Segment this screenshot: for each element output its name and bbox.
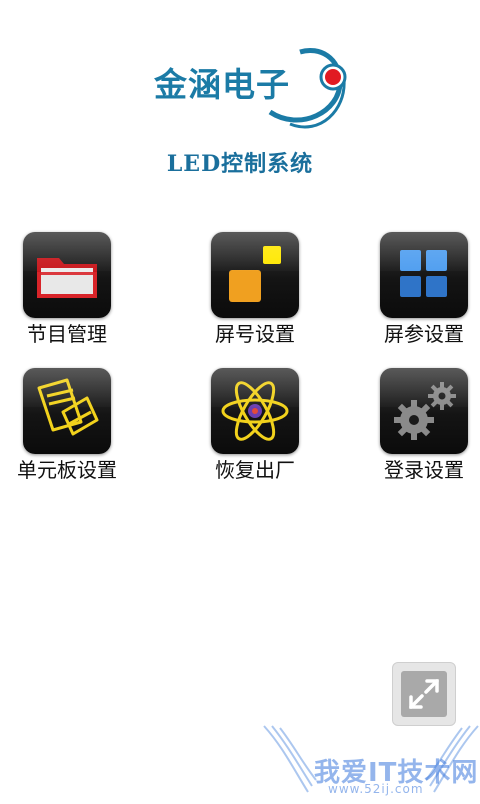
app-title: LED控制系统 (166, 151, 314, 177)
watermark-subtext: www.52ij.com (328, 782, 424, 796)
menu-item-login-settings[interactable]: 登录设置 (344, 368, 480, 488)
menu-item-program-management[interactable]: 节目管理 (0, 232, 147, 352)
screen-number-icon (211, 232, 299, 318)
atom-icon (211, 368, 299, 454)
logo-text: 金涵电子 (154, 65, 290, 104)
menu-label: 登录设置 (384, 458, 464, 482)
menu-item-factory-reset[interactable]: 恢复出厂 (175, 368, 335, 488)
menu-label: 屏参设置 (384, 322, 464, 346)
menu-item-unit-board-settings[interactable]: 单元板设置 (0, 368, 147, 488)
watermark: 我爱IT技术网 www.52ij.com (262, 722, 480, 800)
menu-label: 恢复出厂 (215, 458, 295, 482)
menu-item-screen-parameters[interactable]: 屏参设置 (344, 232, 480, 352)
expand-arrows-icon (401, 671, 447, 717)
expand-button[interactable] (392, 662, 456, 726)
grid-icon (380, 232, 468, 318)
menu-item-screen-number-settings[interactable]: 屏号设置 (175, 232, 335, 352)
folder-icon (23, 232, 111, 318)
menu-label: 屏号设置 (215, 322, 295, 346)
menu-label: 单元板设置 (17, 458, 117, 482)
gears-icon (380, 368, 468, 454)
menu-label: 节目管理 (27, 322, 107, 346)
company-logo: 金涵电子 (150, 40, 350, 140)
documents-icon (23, 368, 111, 454)
